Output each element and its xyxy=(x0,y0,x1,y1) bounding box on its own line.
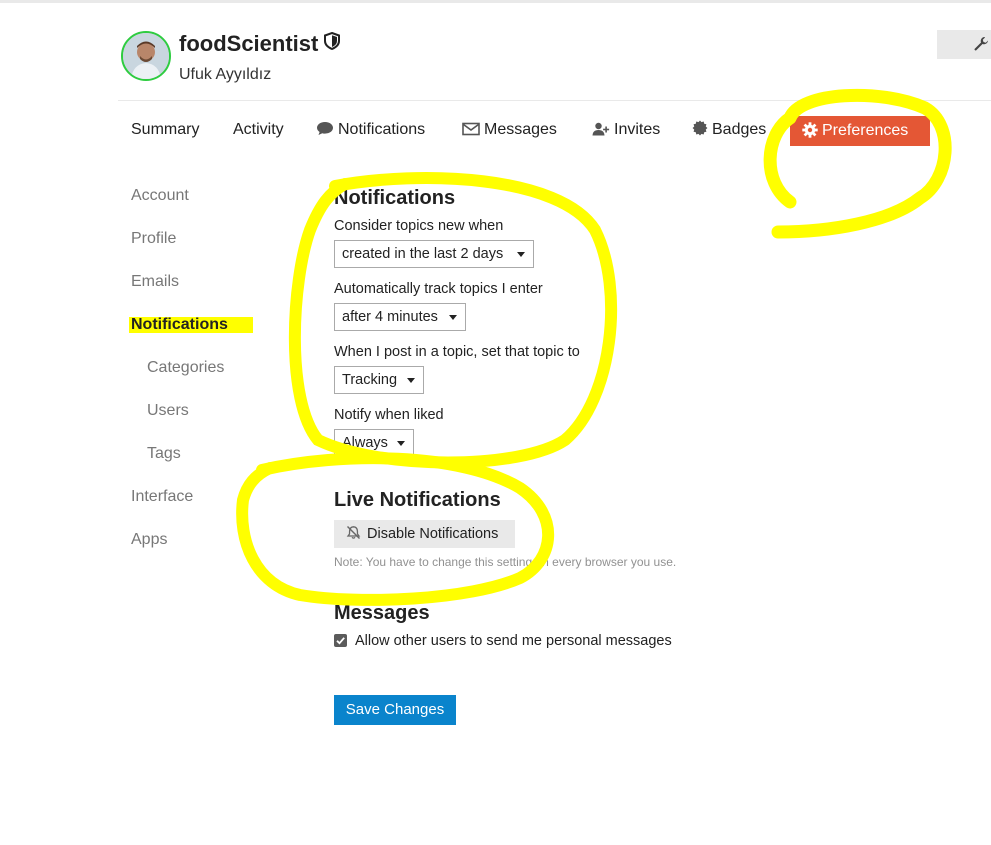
sidebar-item-interface[interactable]: Interface xyxy=(131,488,193,506)
sidebar-item-categories[interactable]: Categories xyxy=(147,359,224,377)
tab-notifications-label: Notifications xyxy=(338,121,426,138)
sidebar-item-notifications[interactable]: Notifications xyxy=(131,316,228,334)
avatar[interactable] xyxy=(121,31,171,81)
caret-down-icon xyxy=(517,252,525,257)
gear-icon xyxy=(802,122,818,138)
tab-messages[interactable]: Messages xyxy=(462,120,557,146)
tab-notifications[interactable]: Notifications xyxy=(316,120,425,146)
tab-invites-label: Invites xyxy=(614,121,661,138)
tab-preferences[interactable]: Preferences xyxy=(790,116,930,146)
notifications-heading: Notifications xyxy=(334,187,456,209)
comment-icon xyxy=(317,122,333,135)
bell-slash-icon xyxy=(346,526,361,539)
tab-activity-label: Activity xyxy=(233,121,284,138)
tab-summary-label: Summary xyxy=(131,121,200,138)
post-level-label: When I post in a topic, set that topic t… xyxy=(334,344,580,360)
tab-summary[interactable]: Summary xyxy=(131,120,199,146)
auto-track-select[interactable]: after 4 minutes xyxy=(334,303,466,331)
envelope-icon xyxy=(462,122,480,136)
sidebar-item-tags[interactable]: Tags xyxy=(147,445,181,463)
admin-tools-button[interactable] xyxy=(937,30,991,59)
auto-track-select-value: after 4 minutes xyxy=(342,309,438,325)
caret-down-icon xyxy=(407,378,415,383)
notify-liked-label: Notify when liked xyxy=(334,407,444,423)
new-topics-select-value: created in the last 2 days xyxy=(342,246,504,262)
notify-liked-select-value: Always xyxy=(342,435,388,451)
sidebar-item-apps[interactable]: Apps xyxy=(131,531,167,549)
disable-notifications-button[interactable]: Disable Notifications xyxy=(334,520,515,548)
save-changes-button[interactable]: Save Changes xyxy=(334,695,456,725)
sidebar-item-emails[interactable]: Emails xyxy=(131,273,179,291)
new-topics-label: Consider topics new when xyxy=(334,218,504,234)
caret-down-icon xyxy=(449,315,457,320)
tab-badges-label: Badges xyxy=(712,121,767,138)
tab-invites[interactable]: Invites xyxy=(592,120,660,146)
shield-icon xyxy=(324,30,341,56)
tab-preferences-label: Preferences xyxy=(822,122,909,139)
post-level-select-value: Tracking xyxy=(342,372,398,388)
notify-liked-select[interactable]: Always xyxy=(334,429,414,457)
header-divider xyxy=(118,100,991,101)
profile-username: foodScientist xyxy=(179,30,341,58)
tab-badges[interactable]: Badges xyxy=(692,120,766,146)
disable-notifications-label: Disable Notifications xyxy=(367,526,499,542)
tab-messages-label: Messages xyxy=(484,121,557,138)
checkmark-icon xyxy=(336,637,345,645)
post-level-select[interactable]: Tracking xyxy=(334,366,424,394)
badge-icon xyxy=(692,120,708,136)
browser-setting-note: Note: You have to change this setting on… xyxy=(334,555,677,569)
user-plus-icon xyxy=(592,122,610,136)
live-notifications-heading: Live Notifications xyxy=(334,489,501,511)
sidebar-item-users[interactable]: Users xyxy=(147,402,189,420)
tab-activity[interactable]: Activity xyxy=(233,120,284,146)
sidebar-item-account[interactable]: Account xyxy=(131,187,189,205)
top-border xyxy=(0,0,991,3)
profile-real-name: Ufuk Ayyıldız xyxy=(179,66,272,83)
allow-pm-checkbox[interactable] xyxy=(334,634,347,647)
messages-heading: Messages xyxy=(334,602,430,624)
new-topics-select[interactable]: created in the last 2 days xyxy=(334,240,534,268)
caret-down-icon xyxy=(397,441,405,446)
wrench-icon xyxy=(974,37,988,51)
avatar-photo xyxy=(123,33,169,79)
sidebar-item-profile[interactable]: Profile xyxy=(131,230,176,248)
auto-track-label: Automatically track topics I enter xyxy=(334,281,543,297)
allow-pm-label[interactable]: Allow other users to send me personal me… xyxy=(355,633,672,649)
